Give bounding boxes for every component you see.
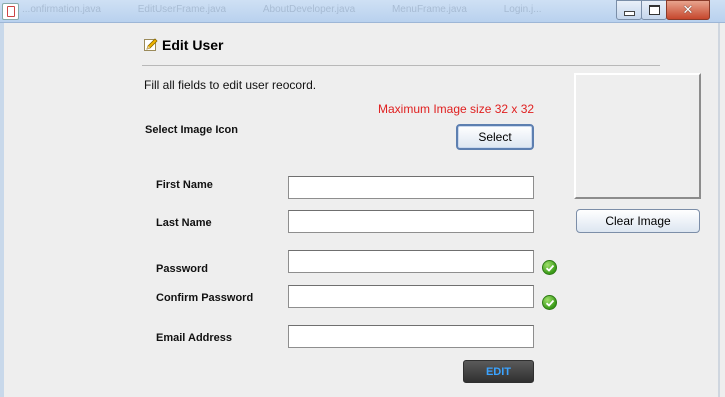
confirm-password-input[interactable]: [289, 286, 533, 308]
clear-image-button[interactable]: Clear Image: [576, 209, 700, 233]
pencil-icon: [144, 38, 158, 51]
instruction-text: Fill all fields to edit user reocord.: [144, 78, 317, 92]
first-name-label: First Name: [156, 179, 213, 191]
password-field[interactable]: [288, 250, 534, 273]
select-image-button[interactable]: Select: [456, 124, 534, 150]
edit-button[interactable]: EDIT: [463, 360, 534, 383]
confirm-password-field[interactable]: [288, 285, 534, 308]
first-name-input[interactable]: [289, 177, 533, 199]
email-address-field[interactable]: [288, 325, 534, 348]
email-address-input[interactable]: [289, 326, 533, 348]
password-valid-check-icon: [542, 260, 557, 275]
last-name-field[interactable]: [288, 210, 534, 233]
password-input[interactable]: [289, 251, 533, 273]
password-label: Password: [156, 263, 208, 275]
select-image-icon-label: Select Image Icon: [145, 124, 238, 136]
page-title: Edit User: [162, 37, 224, 53]
last-name-label: Last Name: [156, 217, 212, 229]
last-name-input[interactable]: [289, 211, 533, 233]
image-size-hint: Maximum Image size 32 x 32: [378, 102, 535, 116]
image-preview: [574, 73, 701, 199]
first-name-field[interactable]: [288, 176, 534, 199]
title-divider: [142, 65, 660, 66]
confirm-password-label: Confirm Password: [156, 292, 254, 304]
email-address-label: Email Address: [156, 332, 233, 344]
confirm-password-valid-check-icon: [542, 295, 557, 310]
edit-user-form: Edit User Fill all fields to edit user r…: [0, 0, 725, 397]
